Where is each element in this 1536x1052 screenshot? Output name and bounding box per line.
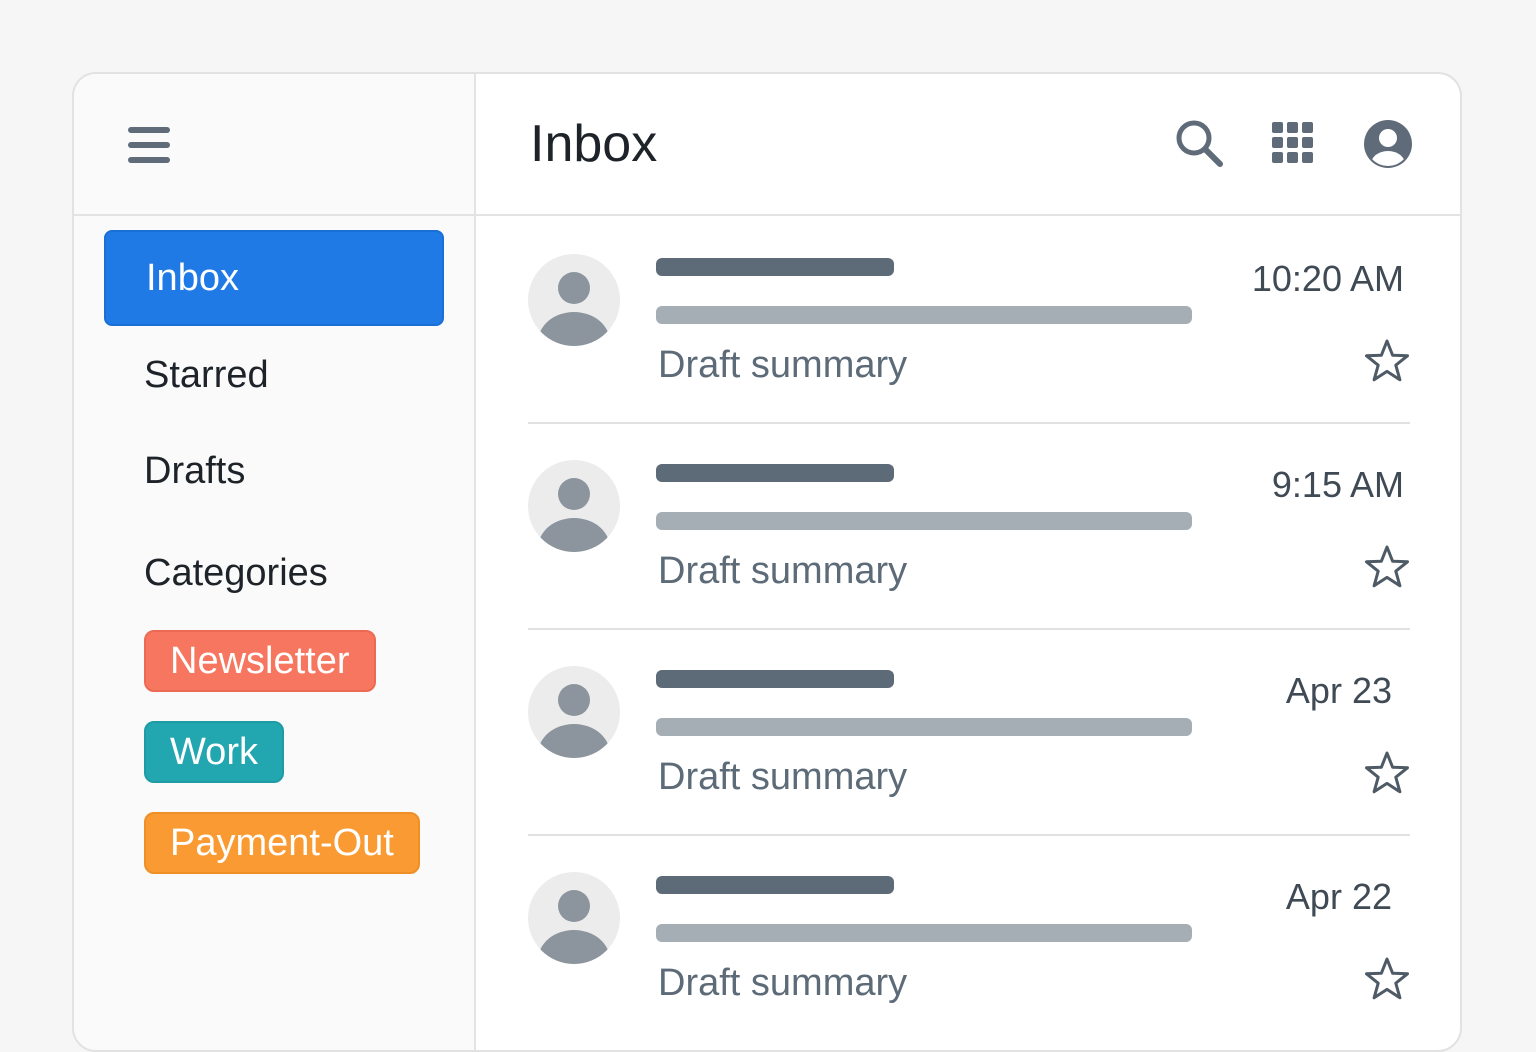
avatar: [528, 254, 620, 346]
category-chip-label: Payment-Out: [170, 821, 394, 864]
sidebar-item-label: Drafts: [144, 449, 246, 492]
sidebar-item-inbox[interactable]: Inbox: [104, 230, 444, 326]
sidebar-header: [74, 74, 474, 216]
avatar: [528, 872, 620, 964]
star-icon[interactable]: [1364, 544, 1410, 590]
email-time: Apr 22: [1285, 876, 1392, 917]
avatar: [528, 666, 620, 758]
email-time: 10:20 AM: [1251, 258, 1404, 299]
category-chip-payment-out[interactable]: Payment-Out: [144, 812, 420, 874]
main-header: Inbox: [476, 74, 1460, 216]
email-summary: Draft summary: [658, 962, 908, 1004]
categories-heading: Categories: [144, 552, 328, 594]
mail-window: Inbox Starred Drafts Categories Newslett…: [72, 72, 1462, 1052]
star-icon[interactable]: [1364, 750, 1410, 796]
email-row[interactable]: Draft summary 10:20 AM: [528, 218, 1410, 424]
email-time: 9:15 AM: [1271, 464, 1404, 505]
email-row[interactable]: Draft summary 9:15 AM: [528, 424, 1410, 630]
category-chip-newsletter[interactable]: Newsletter: [144, 630, 376, 692]
page-title: Inbox: [530, 115, 658, 173]
subject-placeholder: [656, 924, 1192, 942]
category-chip-label: Newsletter: [170, 639, 350, 682]
email-summary: Draft summary: [658, 550, 908, 592]
sidebar: Inbox Starred Drafts Categories Newslett…: [74, 74, 476, 1050]
menu-icon[interactable]: [128, 125, 172, 165]
sidebar-item-starred[interactable]: Starred: [104, 327, 444, 423]
sidebar-item-drafts[interactable]: Drafts: [104, 423, 444, 519]
email-time: Apr 23: [1285, 670, 1392, 711]
email-summary: Draft summary: [658, 344, 908, 386]
star-icon[interactable]: [1364, 956, 1410, 1002]
star-icon[interactable]: [1364, 338, 1410, 384]
subject-placeholder: [656, 718, 1192, 736]
email-summary: Draft summary: [658, 756, 908, 798]
subject-placeholder: [656, 512, 1192, 530]
sender-placeholder: [656, 876, 894, 894]
sidebar-item-label: Starred: [144, 353, 269, 396]
category-chip-label: Work: [170, 730, 258, 773]
email-row[interactable]: Draft summary Apr 22: [528, 836, 1410, 1042]
email-row[interactable]: Draft summary Apr 23: [528, 630, 1410, 836]
account-icon[interactable]: [1362, 118, 1414, 170]
sidebar-item-label: Inbox: [146, 256, 239, 299]
subject-placeholder: [656, 306, 1192, 324]
avatar: [528, 460, 620, 552]
category-chip-work[interactable]: Work: [144, 721, 284, 783]
sender-placeholder: [656, 670, 894, 688]
main-panel: Inbox Draft summary 10:20 AM Draft summa…: [476, 74, 1460, 1050]
apps-grid-icon[interactable]: [1270, 120, 1322, 172]
sender-placeholder: [656, 464, 894, 482]
sender-placeholder: [656, 258, 894, 276]
search-icon[interactable]: [1174, 118, 1226, 170]
